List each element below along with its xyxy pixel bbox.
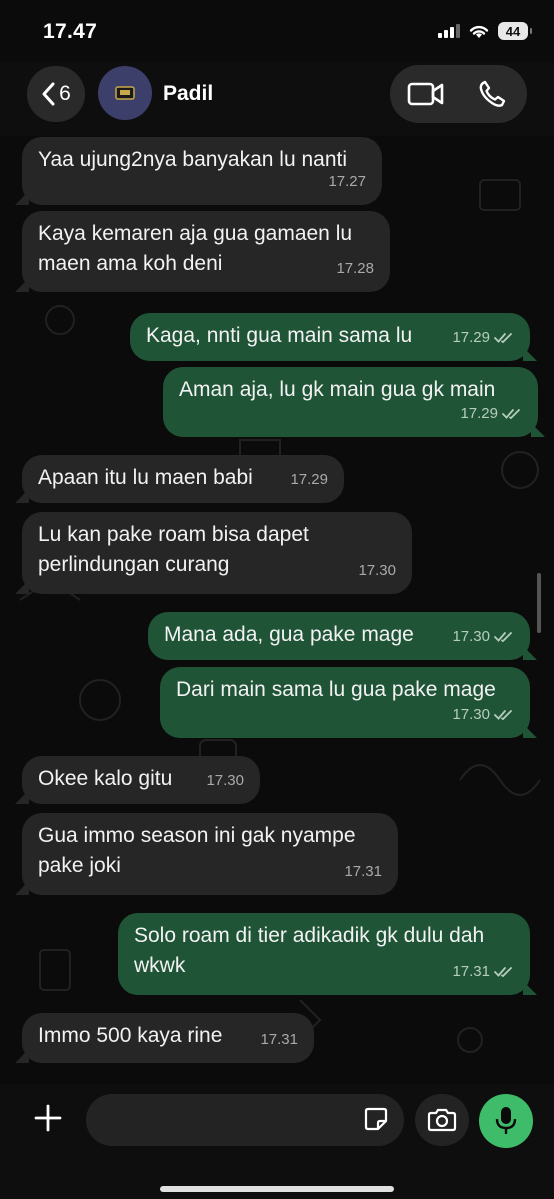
signal-icon xyxy=(438,24,460,38)
avatar[interactable] xyxy=(98,66,152,120)
bubble-tail xyxy=(15,1049,29,1063)
double-check-icon xyxy=(494,967,512,978)
message-text: Kaya kemaren aja gua gamaen lu maen ama k… xyxy=(38,219,352,279)
incoming-message[interactable]: Okee kalo gitu 17.30 xyxy=(15,756,260,804)
incoming-message[interactable]: Lu kan pake roam bisa dapet perlindungan … xyxy=(15,512,412,594)
message-line: Kaya kemaren aja gua gamaen lu xyxy=(38,222,353,245)
video-call-icon xyxy=(407,82,444,106)
contact-name[interactable]: Padil xyxy=(163,82,213,106)
video-call-button[interactable] xyxy=(392,65,460,123)
message-text: Okee kalo gitu xyxy=(38,764,172,794)
sticker-button[interactable] xyxy=(364,1107,388,1136)
message-line: Lu kan pake roam bisa dapet xyxy=(38,523,309,546)
message-text: Solo roam di tier adikadik gk dulu dah wk… xyxy=(134,921,484,981)
chat-header: 6 Padil xyxy=(0,62,554,136)
message-line: perlindungan curang xyxy=(38,553,230,576)
camera-icon xyxy=(427,1108,457,1132)
voice-note-button[interactable] xyxy=(479,1094,533,1148)
message-line: Okee kalo gitu xyxy=(38,767,173,790)
double-check-icon xyxy=(502,409,520,420)
message-line: Dari main sama lu gua pake mage xyxy=(176,678,496,701)
bubble-tail xyxy=(531,423,545,437)
outgoing-message[interactable]: Kaga, nnti gua main sama lu 17.29 xyxy=(130,313,537,361)
attach-button[interactable] xyxy=(26,1096,70,1140)
message-text: Lu kan pake roam bisa dapet perlindungan … xyxy=(38,520,309,580)
double-check-icon xyxy=(494,632,512,643)
double-check-icon xyxy=(494,333,512,344)
message-timestamp: 17.28 xyxy=(336,260,374,277)
bubble-tail xyxy=(15,489,29,503)
message-line: Solo roam di tier adikadik gk dulu dah xyxy=(134,924,485,947)
bubble-tail xyxy=(523,347,537,361)
battery-indicator: 44 xyxy=(498,22,532,40)
message-line: Aman aja, lu gk main gua gk main xyxy=(179,378,496,401)
wifi-icon xyxy=(469,25,489,38)
double-check-icon xyxy=(494,710,512,721)
microphone-icon xyxy=(495,1107,517,1134)
bubble-tail xyxy=(523,981,537,995)
message-timestamp: 17.30 xyxy=(452,622,514,652)
bubble-tail xyxy=(15,790,29,804)
bubble-tail xyxy=(523,646,537,660)
message-line: Immo 500 kaya rine xyxy=(38,1024,223,1047)
status-bar: 17.47 44 xyxy=(0,0,554,62)
message-line: pake joki xyxy=(38,854,121,877)
bubble-tail xyxy=(523,724,537,738)
status-time: 17.47 xyxy=(43,20,98,43)
incoming-message[interactable]: Kaya kemaren aja gua gamaen lu maen ama k… xyxy=(15,211,390,292)
scrollbar[interactable] xyxy=(537,573,541,633)
message-timestamp: 17.31 xyxy=(260,1031,298,1048)
call-actions xyxy=(390,65,527,123)
message-text: Apaan itu lu maen babi xyxy=(38,463,253,493)
unread-count: 6 xyxy=(59,82,71,105)
home-indicator xyxy=(160,1186,394,1192)
message-line: Apaan itu lu maen babi xyxy=(38,466,253,489)
message-line: Gua immo season ini gak nyampe xyxy=(38,824,356,847)
message-text: Kaga, nnti gua main sama lu xyxy=(146,321,412,351)
outgoing-message[interactable]: Aman aja, lu gk main gua gk main 17.29 xyxy=(163,367,545,437)
message-timestamp: 17.29 xyxy=(452,323,514,353)
incoming-message[interactable]: Immo 500 kaya rine 17.31 xyxy=(15,1013,314,1063)
message-timestamp: 17.27 xyxy=(328,173,366,190)
message-timestamp: 17.29 xyxy=(460,399,522,429)
bubble-tail xyxy=(15,191,29,205)
incoming-message[interactable]: Apaan itu lu maen babi 17.29 xyxy=(15,455,344,503)
bubble-tail xyxy=(15,881,29,895)
outgoing-message[interactable]: Mana ada, gua pake mage 17.30 xyxy=(148,612,537,660)
message-line: maen ama koh deni xyxy=(38,252,223,275)
incoming-message[interactable]: Yaa ujung2nya banyakan lu nanti 17.27 xyxy=(15,137,382,205)
message-line: Mana ada, gua pake mage xyxy=(164,623,414,646)
incoming-message[interactable]: Gua immo season ini gak nyampe pake joki 1… xyxy=(15,813,398,895)
message-text: Aman aja, lu gk main gua gk main xyxy=(179,375,495,405)
outgoing-message[interactable]: Solo roam di tier adikadik gk dulu dah wk… xyxy=(118,913,537,995)
bubble-tail xyxy=(15,278,29,292)
sticker-icon xyxy=(364,1107,388,1131)
status-icons: 44 xyxy=(438,22,532,40)
chevron-left-icon xyxy=(42,82,55,106)
message-text: Gua immo season ini gak nyampe pake joki xyxy=(38,821,356,881)
message-text: Mana ada, gua pake mage xyxy=(164,620,414,650)
message-line: wkwk xyxy=(134,954,186,977)
message-timestamp: 17.30 xyxy=(358,562,396,579)
message-timestamp: 17.31 xyxy=(344,863,382,880)
message-text: Yaa ujung2nya banyakan lu nanti xyxy=(38,145,347,175)
plus-icon xyxy=(34,1104,62,1132)
message-text: Immo 500 kaya rine xyxy=(38,1021,222,1051)
bubble-tail xyxy=(15,580,29,594)
message-text: Dari main sama lu gua pake mage xyxy=(176,675,496,705)
outgoing-message[interactable]: Dari main sama lu gua pake mage 17.30 xyxy=(160,667,537,738)
message-timestamp: 17.30 xyxy=(452,700,514,730)
composer-bar xyxy=(0,1084,554,1199)
message-timestamp: 17.31 xyxy=(452,957,514,987)
message-line: Kaga, nnti gua main sama lu xyxy=(146,324,413,347)
message-input[interactable] xyxy=(86,1094,404,1146)
voice-call-button[interactable] xyxy=(458,65,526,123)
back-button[interactable]: 6 xyxy=(27,66,85,122)
phone-icon xyxy=(479,80,506,107)
message-timestamp: 17.30 xyxy=(206,772,244,789)
message-line: Yaa ujung2nya banyakan lu nanti xyxy=(38,148,348,171)
profile-picture-icon xyxy=(115,86,135,100)
message-timestamp: 17.29 xyxy=(290,471,328,488)
camera-button[interactable] xyxy=(415,1094,469,1146)
